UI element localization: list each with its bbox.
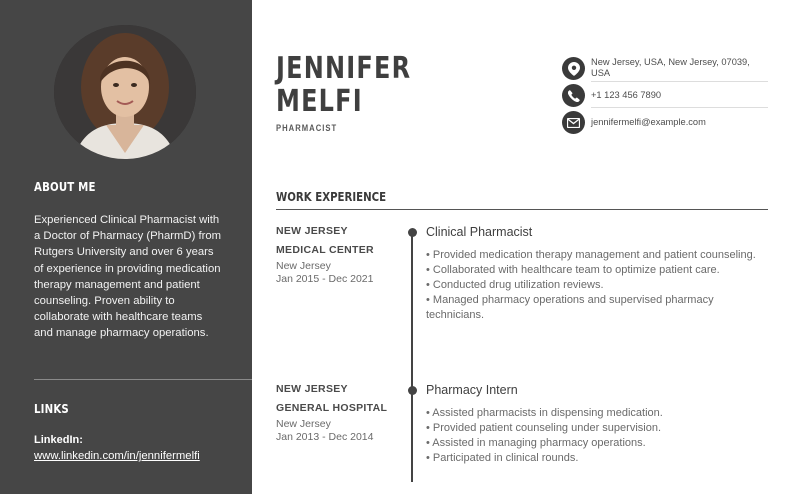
list-item: • Collaborated with healthcare team to o… <box>426 264 720 276</box>
location-pin-icon <box>562 57 585 80</box>
employer-block: NEW JERSEY GENERAL HOSPITAL New Jersey J… <box>276 380 401 444</box>
timeline-dot <box>408 386 417 395</box>
candidate-name: JENNIFER MELFI <box>276 52 411 118</box>
contact-separator <box>591 107 768 108</box>
sidebar-divider <box>34 379 252 380</box>
email-text: jennifermelfi@example.com <box>591 117 706 127</box>
phone-text: +1 123 456 7890 <box>591 90 662 100</box>
list-item: • Conducted drug utilization reviews. <box>426 279 604 291</box>
about-me-heading: ABOUT ME <box>34 180 96 194</box>
employment-dates: Jan 2015 - Dec 2021 <box>276 273 374 285</box>
address-text: New Jersey, USA, New Jersey, 07039, USA <box>591 57 750 78</box>
list-item: • Assisted pharmacists in dispensing med… <box>426 407 663 419</box>
profile-photo <box>54 25 196 159</box>
last-name: MELFI <box>276 84 363 119</box>
profile-photo-illustration <box>54 25 196 159</box>
list-item: • Participated in clinical rounds. <box>426 452 579 464</box>
linkedin-link[interactable]: www.linkedin.com/in/jennifermelfi <box>34 449 220 464</box>
employer-location: New Jersey <box>276 260 331 272</box>
role-block: Pharmacy Intern • Assisted pharmacists i… <box>426 382 766 466</box>
employer-name-line: MEDICAL CENTER <box>276 244 374 256</box>
linkedin-label: LinkedIn: <box>34 434 83 446</box>
job-title: PHARMACIST <box>276 123 338 133</box>
employment-dates: Jan 2013 - Dec 2014 <box>276 431 374 443</box>
employer-name-line: GENERAL HOSPITAL <box>276 402 388 414</box>
list-item: • Provided patient counseling under supe… <box>426 422 661 434</box>
sidebar: ABOUT ME Experienced Clinical Pharmacist… <box>0 0 252 494</box>
role-responsibilities: • Assisted pharmacists in dispensing med… <box>426 406 766 466</box>
list-item: • Managed pharmacy operations and superv… <box>426 294 714 321</box>
work-experience-heading: WORK EXPERIENCE <box>276 190 387 204</box>
employer-location: New Jersey <box>276 418 331 430</box>
list-item: • Provided medication therapy management… <box>426 249 756 261</box>
role-title: Clinical Pharmacist <box>426 225 533 239</box>
timeline-dot <box>408 228 417 237</box>
list-item: • Assisted in managing pharmacy operatio… <box>426 437 646 449</box>
employer-name-line: NEW JERSEY <box>276 225 348 237</box>
about-me-text: Experienced Clinical Pharmacist with a D… <box>34 214 222 340</box>
role-responsibilities: • Provided medication therapy management… <box>426 248 766 323</box>
links-heading: LINKS <box>34 402 69 416</box>
timeline-line <box>411 232 413 482</box>
role-title: Pharmacy Intern <box>426 383 518 397</box>
role-block: Clinical Pharmacist • Provided medicatio… <box>426 224 766 323</box>
employer-block: NEW JERSEY MEDICAL CENTER New Jersey Jan… <box>276 222 401 286</box>
section-divider <box>276 209 768 210</box>
employer-name-line: NEW JERSEY <box>276 383 348 395</box>
first-name: JENNIFER <box>276 51 412 86</box>
contact-separator <box>591 81 768 82</box>
email-icon <box>562 111 585 134</box>
phone-icon <box>562 84 585 107</box>
